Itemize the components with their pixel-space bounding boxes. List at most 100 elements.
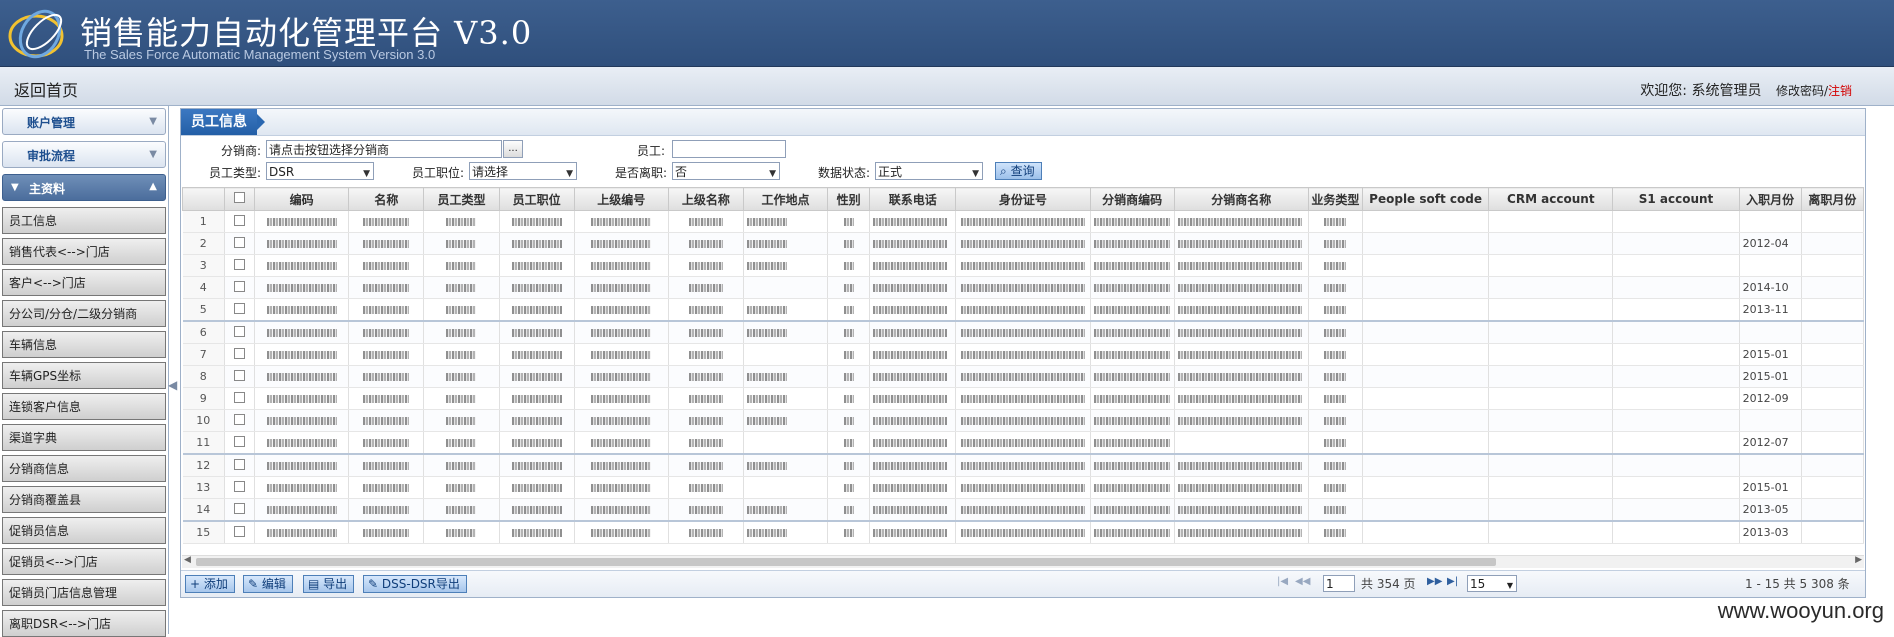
table-row[interactable]: 3 xyxy=(182,254,1864,277)
column-header-s1-account[interactable]: S1 account xyxy=(1612,187,1740,211)
next-page-icon[interactable]: ▶▶ xyxy=(1427,576,1442,587)
collapse-icon[interactable]: ▲ xyxy=(149,181,157,192)
row-checkbox[interactable] xyxy=(234,480,246,492)
select-all-checkbox[interactable] xyxy=(234,192,246,203)
obscured-text xyxy=(511,284,562,292)
sidebar-item-vehicle-gps[interactable]: 车辆GPS坐标 xyxy=(2,362,166,389)
table-row[interactable]: 11 2012-07 xyxy=(182,431,1864,455)
table-cell xyxy=(423,498,500,522)
table-row[interactable]: 8 2015-01 xyxy=(182,365,1864,388)
table-row[interactable]: 4 2014-10 xyxy=(182,276,1864,299)
scrollbar-thumb[interactable] xyxy=(196,558,1496,566)
horizontal-scrollbar[interactable]: ◀ ▶ xyxy=(182,555,1864,568)
employee-input[interactable] xyxy=(672,140,786,158)
sidebar-collapse-icon[interactable]: ◀ xyxy=(168,378,177,392)
table-cell xyxy=(1612,254,1740,277)
sidebar-group-master-data[interactable]: ▼ 主资料 ▲ xyxy=(2,174,166,201)
table-row[interactable]: 9 2012-09 xyxy=(182,387,1864,410)
column-header-select[interactable] xyxy=(224,187,256,211)
row-checkbox[interactable] xyxy=(234,258,246,270)
distributor-input[interactable]: 请点击按钮选择分销商 xyxy=(266,140,502,158)
row-checkbox[interactable] xyxy=(234,413,246,425)
home-link[interactable]: 返回首页 xyxy=(14,77,78,101)
scroll-right-icon[interactable]: ▶ xyxy=(1855,555,1862,565)
row-checkbox[interactable] xyxy=(234,214,246,226)
edit-button[interactable]: ✎ 编辑 xyxy=(243,575,293,593)
add-button[interactable]: + 添加 xyxy=(185,575,235,593)
sidebar-item-promoter-store[interactable]: 促销员<-->门店 xyxy=(2,548,166,575)
table-row[interactable]: 10 xyxy=(182,409,1864,432)
emp-position-select[interactable]: 请选择 xyxy=(469,162,577,180)
row-checkbox[interactable] xyxy=(234,325,246,337)
sidebar-group-account[interactable]: 账户管理 ▼ xyxy=(2,108,166,135)
table-row[interactable]: 13 2015-01 xyxy=(182,476,1864,499)
row-checkbox[interactable] xyxy=(234,347,246,359)
column-header-people-soft-code[interactable]: People soft code xyxy=(1361,187,1490,211)
column-header-leave-month[interactable]: 离职月份 xyxy=(1800,187,1864,211)
table-row[interactable]: 1 xyxy=(182,210,1864,233)
table-row[interactable]: 2 2012-04 xyxy=(182,232,1864,255)
column-header-work-location[interactable]: 工作地点 xyxy=(742,187,829,211)
row-checkbox[interactable] xyxy=(234,435,246,447)
column-header-phone[interactable]: 联系电话 xyxy=(869,187,957,211)
query-button[interactable]: ⌕ 查询 xyxy=(995,162,1042,180)
first-page-icon[interactable]: |◀ xyxy=(1277,576,1288,587)
column-header-superior-code[interactable]: 上级编号 xyxy=(573,187,669,211)
sidebar-item-distributor[interactable]: 分销商信息 xyxy=(2,455,166,482)
scroll-left-icon[interactable]: ◀ xyxy=(184,555,191,565)
obscured-text xyxy=(688,284,723,292)
table-row[interactable]: 12 xyxy=(182,454,1864,477)
dss-export-button[interactable]: ✎ DSS-DSR导出 xyxy=(363,575,467,593)
select-distributor-button[interactable]: ... xyxy=(503,140,523,158)
row-checkbox[interactable] xyxy=(234,236,246,248)
column-header-distributor-code[interactable]: 分销商编码 xyxy=(1089,187,1175,211)
column-header-join-month[interactable]: 入职月份 xyxy=(1738,187,1802,211)
column-header-code[interactable]: 编码 xyxy=(254,187,350,211)
page-number-input[interactable]: 1 xyxy=(1323,575,1355,592)
sidebar-item-branch[interactable]: 分公司/分仓/二级分销商 xyxy=(2,300,166,327)
row-checkbox[interactable] xyxy=(234,525,246,537)
column-header-emp-type[interactable]: 员工类型 xyxy=(423,187,500,211)
column-header-superior-name[interactable]: 上级名称 xyxy=(667,187,744,211)
status-select[interactable]: 正式 xyxy=(875,162,983,180)
last-page-icon[interactable]: ▶| xyxy=(1447,576,1458,587)
resigned-select[interactable]: 否 xyxy=(672,162,780,180)
row-checkbox[interactable] xyxy=(234,458,246,470)
row-checkbox[interactable] xyxy=(234,502,246,514)
row-checkbox[interactable] xyxy=(234,302,246,314)
table-row[interactable]: 15 2013-03 xyxy=(182,521,1864,544)
column-header-gender[interactable]: 性别 xyxy=(827,187,871,211)
sidebar-item-promoter[interactable]: 促销员信息 xyxy=(2,517,166,544)
export-button[interactable]: ▤ 导出 xyxy=(303,575,355,593)
obscured-text xyxy=(511,395,562,403)
row-checkbox[interactable] xyxy=(234,280,246,292)
column-header-name[interactable]: 名称 xyxy=(348,187,425,211)
row-checkbox[interactable] xyxy=(234,369,246,381)
table-row[interactable]: 14 2013-05 xyxy=(182,498,1864,522)
sidebar-group-approval[interactable]: 审批流程 ▼ xyxy=(2,141,166,168)
column-header-business-type[interactable]: 业务类型 xyxy=(1307,187,1363,211)
column-header-emp-position[interactable]: 员工职位 xyxy=(498,187,575,211)
logout-link[interactable]: 注销 xyxy=(1828,84,1852,98)
sidebar-item-distributor-county[interactable]: 分销商覆盖县 xyxy=(2,486,166,513)
sidebar-item-sales-rep-store[interactable]: 销售代表<-->门店 xyxy=(2,238,166,265)
table-row[interactable]: 7 2015-01 xyxy=(182,343,1864,366)
sidebar-item-chain-customer[interactable]: 连锁客户信息 xyxy=(2,393,166,420)
row-checkbox[interactable] xyxy=(234,391,246,403)
page-size-select[interactable]: 15 xyxy=(1467,575,1517,594)
sidebar-item-channel-dict[interactable]: 渠道字典 xyxy=(2,424,166,451)
sidebar-item-promoter-store-mgmt[interactable]: 促销员门店信息管理 xyxy=(2,579,166,606)
table-row[interactable]: 5 2013-11 xyxy=(182,298,1864,322)
emp-type-select[interactable]: DSR xyxy=(266,162,374,180)
sidebar-item-customer-store[interactable]: 客户<-->门店 xyxy=(2,269,166,296)
column-header-crm-account[interactable]: CRM account xyxy=(1488,187,1614,211)
table-row[interactable]: 6 xyxy=(182,321,1864,344)
column-header-distributor-name[interactable]: 分销商名称 xyxy=(1173,187,1309,211)
sidebar-item-employee-info[interactable]: 员工信息 xyxy=(2,207,166,234)
prev-page-icon[interactable]: ◀◀ xyxy=(1295,576,1310,587)
sidebar-item-resigned-dsr-store[interactable]: 离职DSR<-->门店 xyxy=(2,610,166,637)
change-password-link[interactable]: 修改密码/ xyxy=(1776,84,1828,98)
column-header-id-number[interactable]: 身份证号 xyxy=(955,187,1091,211)
obscured-text xyxy=(511,262,562,270)
sidebar-item-vehicle[interactable]: 车辆信息 xyxy=(2,331,166,358)
